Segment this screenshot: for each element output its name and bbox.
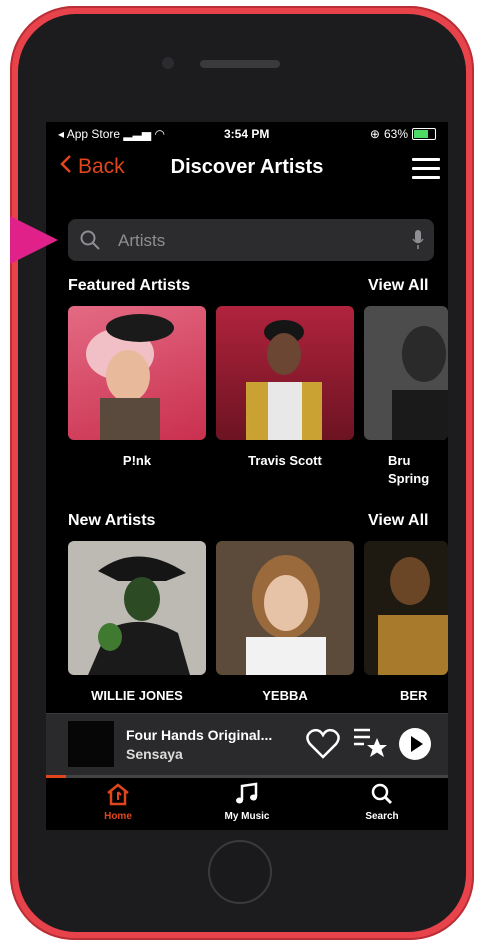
new-artists-heading: New Artists	[68, 512, 156, 529]
artist-name: Travis Scott	[248, 453, 322, 468]
artist-card[interactable]: Travis Scott	[216, 306, 354, 470]
featured-view-all-link[interactable]: View All	[368, 277, 428, 295]
nav-bar: Back Discover Artists	[46, 146, 448, 190]
tab-label: My Music	[224, 811, 270, 822]
artist-card[interactable]: WILLIE JONES	[68, 541, 206, 705]
page-title: Discover Artists	[170, 156, 324, 178]
artist-name: P!nk	[122, 453, 152, 468]
add-to-playlist-icon[interactable]	[352, 724, 388, 765]
tab-bar: Home My Music Search	[46, 778, 448, 830]
new-artists-view-all-link[interactable]: View All	[368, 512, 428, 530]
artist-card[interactable]: P!nk	[68, 306, 206, 470]
artist-name: Bru Spring	[388, 453, 430, 486]
heart-icon[interactable]	[306, 728, 340, 765]
orientation-lock-icon: ⊕	[369, 127, 380, 141]
signal-icon: ▂▃▅	[123, 127, 152, 141]
home-icon	[58, 782, 178, 809]
menu-icon[interactable]	[412, 158, 440, 185]
battery-percent: 63%	[383, 127, 408, 141]
now-playing-artist: Sensaya	[126, 746, 183, 762]
music-note-icon	[187, 782, 307, 809]
tab-my-music[interactable]: My Music	[187, 782, 307, 822]
search-input[interactable]: Artists	[118, 231, 165, 251]
tab-label: Home	[104, 811, 132, 822]
search-icon	[322, 782, 442, 809]
pointer-arrow-icon	[10, 216, 58, 264]
artist-card[interactable]: BER	[364, 541, 448, 705]
album-art	[68, 721, 114, 767]
artist-name: YEBBA	[262, 688, 308, 703]
microphone-icon[interactable]	[412, 230, 424, 255]
artist-photo	[216, 306, 354, 440]
artist-name: BER	[400, 688, 428, 703]
search-bar[interactable]: Artists	[68, 219, 434, 261]
status-time: 3:54 PM	[224, 127, 270, 141]
home-button[interactable]	[208, 840, 272, 904]
app-screen: ◂ App Store ▂▃▅ ◠ 3:54 PM ⊕ 63% Back Dis…	[46, 122, 448, 830]
artist-photo	[68, 306, 206, 440]
search-icon	[80, 230, 100, 255]
artist-card[interactable]: Bru Spring	[364, 306, 448, 488]
artist-photo	[216, 541, 354, 675]
tab-label: Search	[365, 811, 399, 822]
front-camera	[162, 57, 174, 69]
tab-home[interactable]: Home	[58, 782, 178, 822]
earpiece-speaker	[200, 60, 280, 68]
wifi-icon: ◠	[154, 127, 165, 141]
featured-artists-heading: Featured Artists	[68, 277, 191, 294]
artist-name: WILLIE JONES	[91, 688, 183, 703]
status-bar: ◂ App Store ▂▃▅ ◠ 3:54 PM ⊕ 63%	[46, 122, 448, 144]
status-right: ⊕ 63%	[370, 127, 436, 141]
carrier-label: ◂ App Store ▂▃▅ ◠	[58, 127, 165, 141]
tab-search[interactable]: Search	[322, 782, 442, 822]
power-button	[466, 210, 470, 270]
mute-switch	[14, 130, 18, 160]
carrier-text: ◂ App Store	[58, 127, 121, 141]
artist-card[interactable]: YEBBA	[216, 541, 354, 705]
artist-photo	[68, 541, 206, 675]
play-icon[interactable]	[398, 727, 432, 766]
mini-player[interactable]: Four Hands Original... Sensaya	[46, 713, 448, 776]
artist-photo	[364, 306, 448, 440]
volume-down-button	[14, 260, 18, 316]
now-playing-title: Four Hands Original...	[126, 727, 273, 743]
battery-icon	[412, 128, 436, 140]
artist-photo	[364, 541, 448, 675]
